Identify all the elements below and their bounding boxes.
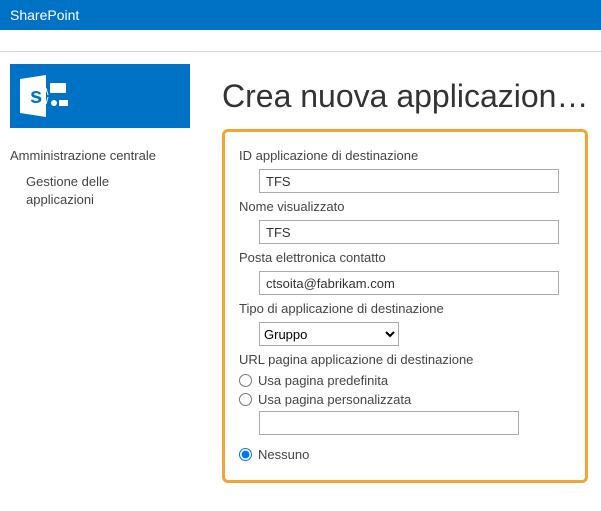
- suite-brand: SharePoint: [10, 7, 79, 23]
- label-target-app-type: Tipo di applicazione di destinazione: [239, 301, 571, 316]
- input-contact-email[interactable]: [259, 271, 559, 295]
- radio-label-none: Nessuno: [258, 447, 309, 462]
- suite-bar: SharePoint: [0, 0, 601, 30]
- radio-none[interactable]: [239, 448, 252, 461]
- form-highlight-box: ID applicazione di destinazione Nome vis…: [222, 129, 588, 483]
- right-column: Crea nuova applicazion… ID applicazione …: [210, 64, 592, 483]
- left-column: s Amministrazione centrale Gestione dell…: [10, 64, 210, 483]
- radio-use-custom-page[interactable]: [239, 393, 252, 406]
- radio-label-use-custom-page: Usa pagina personalizzata: [258, 392, 411, 407]
- radio-use-default-page[interactable]: [239, 374, 252, 387]
- page-title: Crea nuova applicazion…: [222, 78, 588, 115]
- label-page-url: URL pagina applicazione di destinazione: [239, 352, 571, 367]
- label-target-app-id: ID applicazione di destinazione: [239, 148, 571, 163]
- svg-text:s: s: [30, 83, 42, 108]
- nav-admin-center[interactable]: Amministrazione centrale: [10, 148, 210, 163]
- page-content: s Amministrazione centrale Gestione dell…: [0, 52, 601, 483]
- ribbon-area: [0, 30, 601, 52]
- input-display-name[interactable]: [259, 220, 559, 244]
- sharepoint-logo-icon: s: [16, 73, 72, 119]
- site-logo[interactable]: s: [10, 64, 190, 128]
- input-target-app-id[interactable]: [259, 169, 559, 193]
- select-target-app-type[interactable]: Gruppo: [259, 322, 399, 346]
- label-contact-email: Posta elettronica contatto: [239, 250, 571, 265]
- nav-app-management[interactable]: Gestione delle applicazioni: [10, 173, 180, 208]
- radio-label-use-default-page: Usa pagina predefinita: [258, 373, 388, 388]
- input-custom-page-url[interactable]: [259, 411, 519, 435]
- label-display-name: Nome visualizzato: [239, 199, 571, 214]
